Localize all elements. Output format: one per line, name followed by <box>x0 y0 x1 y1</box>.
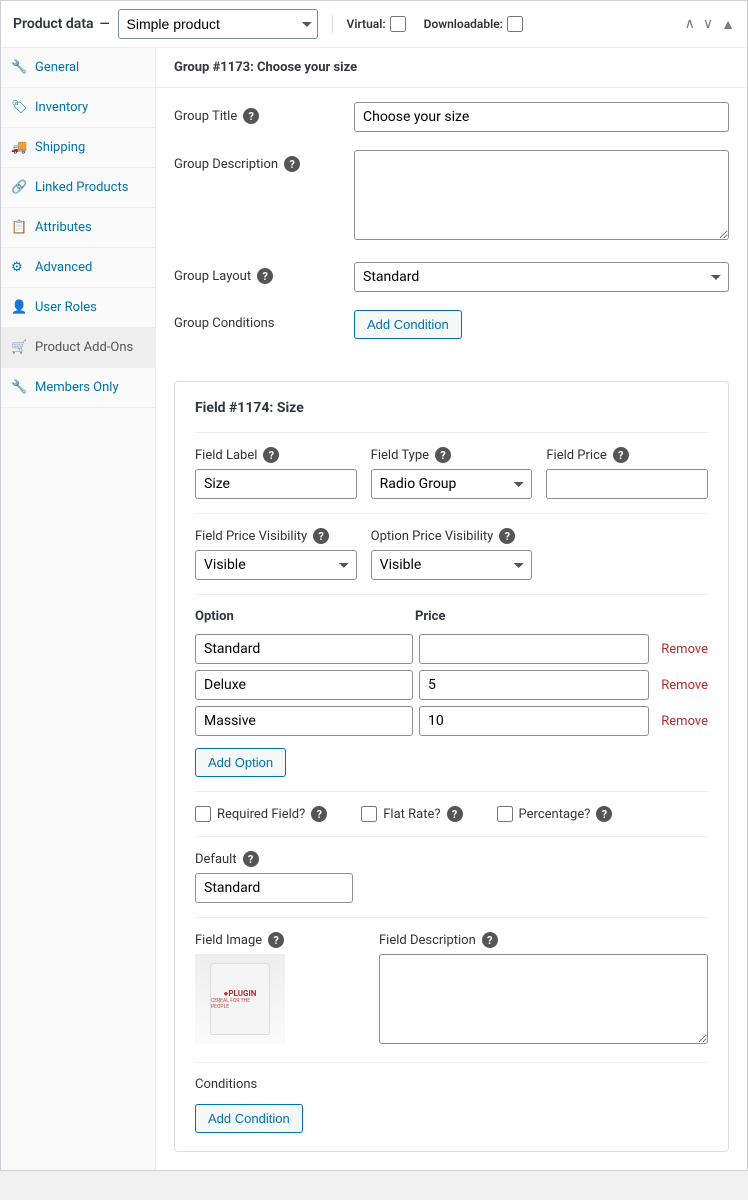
dash: — <box>100 17 110 32</box>
sidebar-item-general[interactable]: 🔧General <box>1 48 155 88</box>
required-checkbox[interactable] <box>195 806 211 822</box>
product-bag: ●PLUGIN CEREAL FOR THE PEOPLE <box>210 963 270 1035</box>
fpv-select[interactable]: Visible <box>195 550 357 580</box>
help-icon[interactable]: ? <box>447 806 463 822</box>
field-label-label: Field Label <box>195 448 257 463</box>
field-desc-textarea[interactable] <box>379 954 708 1044</box>
field-panel: Field #1174: Size Field Label? Field Typ… <box>174 381 729 1152</box>
panel-title: Product data <box>13 16 94 32</box>
product-type-select[interactable]: Simple product <box>118 9 318 39</box>
help-icon[interactable]: ? <box>313 528 329 544</box>
sidebar-item-attributes[interactable]: 📋Attributes <box>1 208 155 248</box>
help-icon[interactable]: ? <box>268 932 284 948</box>
add-option-button[interactable]: Add Option <box>195 748 286 777</box>
sidebar-item-userroles[interactable]: 👤User Roles <box>1 288 155 328</box>
flatrate-label: Flat Rate? <box>383 807 440 822</box>
opv-select[interactable]: Visible <box>371 550 533 580</box>
option-header: Option <box>195 609 415 624</box>
field-desc-label: Field Description <box>379 933 476 948</box>
user-icon: 👤 <box>11 300 27 315</box>
group-title-label: Group Title <box>174 109 237 124</box>
product-data-panel: Product data — Simple product Virtual: D… <box>0 0 748 1171</box>
field-price-label: Field Price <box>546 448 606 463</box>
remove-option-link[interactable]: Remove <box>661 714 708 729</box>
help-icon[interactable]: ? <box>243 108 259 124</box>
option-name-input[interactable] <box>195 706 413 736</box>
help-icon[interactable]: ? <box>482 932 498 948</box>
option-row: Remove <box>195 706 708 736</box>
fpv-label: Field Price Visibility <box>195 529 307 544</box>
truck-icon: 🚚 <box>11 140 27 155</box>
group-layout-select[interactable]: Standard <box>354 262 729 292</box>
sidebar-item-addons[interactable]: 🛒Product Add-Ons <box>1 328 155 368</box>
help-icon[interactable]: ? <box>435 447 451 463</box>
option-row: Remove <box>195 634 708 664</box>
add-condition-button[interactable]: Add Condition <box>354 310 462 339</box>
chevron-up-icon[interactable]: ∧ <box>685 16 695 33</box>
price-header: Price <box>415 609 445 624</box>
field-type-select[interactable]: Radio Group <box>371 469 533 499</box>
help-icon[interactable]: ? <box>499 528 515 544</box>
help-icon[interactable]: ? <box>596 806 612 822</box>
opv-label: Option Price Visibility <box>371 529 494 544</box>
sidebar-item-advanced[interactable]: ⚙Advanced <box>1 248 155 288</box>
caret-up-icon[interactable]: ▲ <box>721 16 735 33</box>
help-icon[interactable]: ? <box>284 156 300 172</box>
add-field-condition-button[interactable]: Add Condition <box>195 1104 303 1133</box>
sidebar-tabs: 🔧General 🏷Inventory 🚚Shipping 🔗Linked Pr… <box>1 48 156 1170</box>
separator <box>332 15 333 33</box>
help-icon[interactable]: ? <box>311 806 327 822</box>
list-icon: 📋 <box>11 220 27 235</box>
downloadable-label: Downloadable: <box>424 16 523 32</box>
help-icon[interactable]: ? <box>613 447 629 463</box>
help-icon[interactable]: ? <box>257 268 273 284</box>
help-icon[interactable]: ? <box>263 447 279 463</box>
option-price-input[interactable] <box>419 634 649 664</box>
tag-icon: 🏷 <box>11 100 27 115</box>
required-label: Required Field? <box>217 807 305 822</box>
option-name-input[interactable] <box>195 670 413 700</box>
option-row: Remove <box>195 670 708 700</box>
default-label: Default <box>195 852 237 867</box>
remove-option-link[interactable]: Remove <box>661 678 708 693</box>
percentage-label: Percentage? <box>519 807 591 822</box>
flatrate-checkbox[interactable] <box>361 806 377 822</box>
conditions-label: Conditions <box>195 1077 257 1092</box>
percentage-checkbox[interactable] <box>497 806 513 822</box>
help-icon[interactable]: ? <box>243 851 259 867</box>
field-image-label: Field Image <box>195 933 262 948</box>
gear-icon: ⚙ <box>11 260 27 275</box>
option-price-input[interactable] <box>419 706 649 736</box>
sidebar-item-members[interactable]: 🔧Members Only <box>1 368 155 408</box>
virtual-label: Virtual: <box>347 16 406 32</box>
sidebar-item-linked[interactable]: 🔗Linked Products <box>1 168 155 208</box>
toggle-icons: ∧ ∨ ▲ <box>685 16 735 33</box>
downloadable-checkbox[interactable] <box>507 16 523 32</box>
default-input[interactable] <box>195 873 353 903</box>
wrench-icon: 🔧 <box>11 60 27 75</box>
option-name-input[interactable] <box>195 634 413 664</box>
group-desc-label: Group Description <box>174 157 278 172</box>
group-desc-textarea[interactable] <box>354 150 729 240</box>
cart-icon: 🛒 <box>11 340 27 355</box>
group-layout-label: Group Layout <box>174 269 251 284</box>
content-area: Group #1173: Choose your size Group Titl… <box>156 48 747 1170</box>
field-type-label: Field Type <box>371 448 429 463</box>
virtual-checkbox[interactable] <box>390 16 406 32</box>
group-cond-label: Group Conditions <box>174 316 275 331</box>
field-heading: Field #1174: Size <box>195 400 708 416</box>
sidebar-item-inventory[interactable]: 🏷Inventory <box>1 88 155 128</box>
field-image-thumb[interactable]: ●PLUGIN CEREAL FOR THE PEOPLE <box>195 954 285 1044</box>
link-icon: 🔗 <box>11 180 27 195</box>
panel-header: Product data — Simple product Virtual: D… <box>1 1 747 48</box>
wrench-icon: 🔧 <box>11 380 27 395</box>
group-heading: Group #1173: Choose your size <box>156 48 747 88</box>
remove-option-link[interactable]: Remove <box>661 642 708 657</box>
field-label-input[interactable] <box>195 469 357 499</box>
sidebar-item-shipping[interactable]: 🚚Shipping <box>1 128 155 168</box>
chevron-down-icon[interactable]: ∨ <box>703 16 713 33</box>
group-title-input[interactable] <box>354 102 729 132</box>
field-price-input[interactable] <box>546 469 708 499</box>
option-price-input[interactable] <box>419 670 649 700</box>
